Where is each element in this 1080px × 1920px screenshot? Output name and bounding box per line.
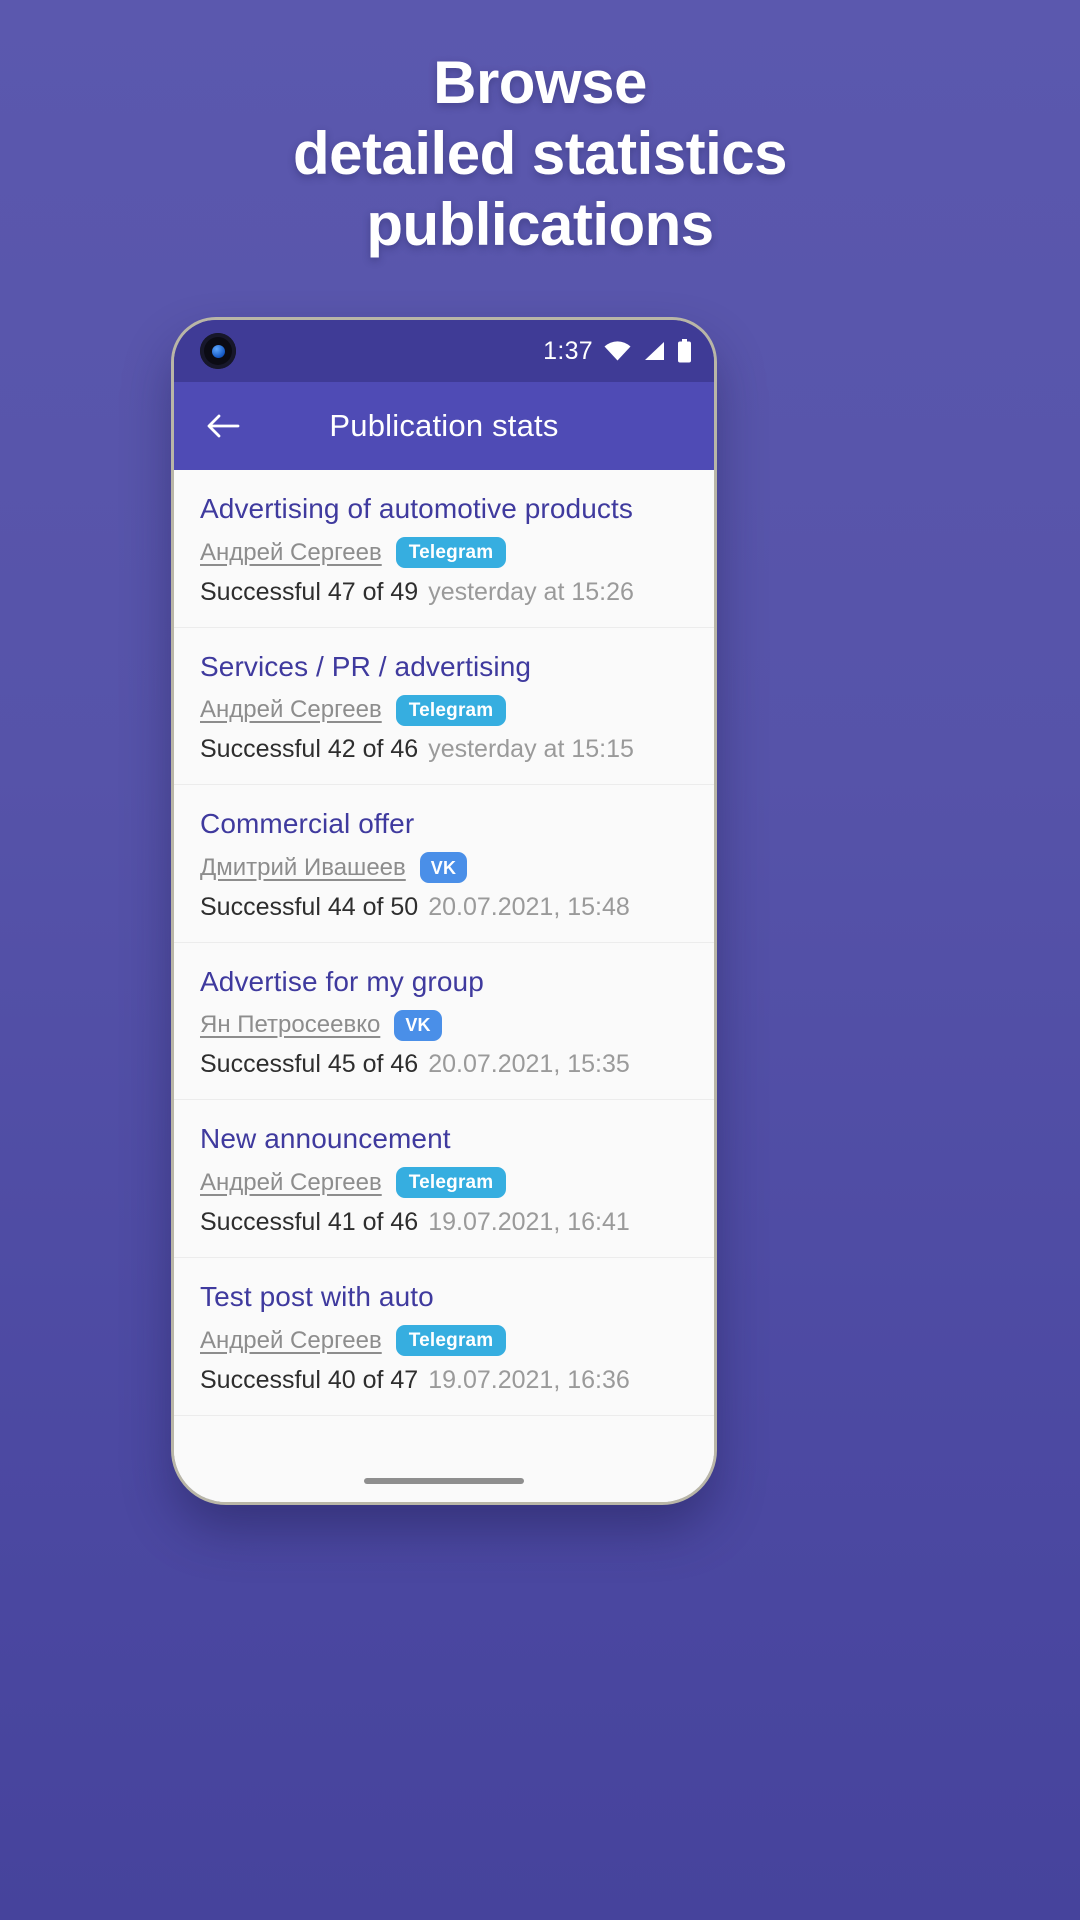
publication-stat-line: Successful 47 of 49 yesterday at 15:26 xyxy=(200,578,688,607)
status-text: Successful 41 of 46 xyxy=(200,1207,419,1236)
publication-stat-line: Successful 45 of 46 20.07.2021, 15:35 xyxy=(200,1050,688,1079)
publication-meta: Андрей Сергеев Telegram xyxy=(200,536,688,570)
publication-title[interactable]: Test post with auto xyxy=(200,1280,688,1314)
publication-author[interactable]: Андрей Сергеев xyxy=(200,696,382,724)
status-text: Successful 42 of 46 xyxy=(200,735,419,764)
timestamp: 19.07.2021, 16:36 xyxy=(428,1365,630,1394)
list-item[interactable]: Services / PR / advertising Андрей Серге… xyxy=(174,627,714,786)
timestamp: 19.07.2021, 16:41 xyxy=(428,1207,630,1236)
status-text: Successful 45 of 46 xyxy=(200,1050,419,1079)
status-text: Successful 44 of 50 xyxy=(200,892,419,921)
publication-title[interactable]: Commercial offer xyxy=(200,807,688,841)
list-item[interactable]: Commercial offer Дмитрий Ивашеев VK Succ… xyxy=(174,785,714,943)
publication-author[interactable]: Андрей Сергеев xyxy=(200,539,382,567)
promo-headline: Browse detailed statistics publications xyxy=(0,48,1080,260)
list-item[interactable]: Test post with auto Андрей Сергеев Teleg… xyxy=(174,1257,714,1416)
publication-title[interactable]: Advertise for my group xyxy=(200,965,688,999)
wifi-icon xyxy=(604,341,631,361)
app-bar: Publication stats xyxy=(174,382,714,470)
list-item[interactable]: Advertising of automotive products Андре… xyxy=(174,470,714,628)
headline-line-2: detailed statistics xyxy=(292,119,788,187)
timestamp: 20.07.2021, 15:35 xyxy=(428,1050,630,1079)
headline-line-1: Browse xyxy=(433,49,647,116)
platform-badge: Telegram xyxy=(395,537,507,569)
page-title: Publication stats xyxy=(329,408,559,443)
timestamp: yesterday at 15:15 xyxy=(428,735,634,764)
back-arrow-icon[interactable] xyxy=(200,403,246,449)
publication-meta: Андрей Сергеев Telegram xyxy=(200,1166,688,1200)
front-camera-icon xyxy=(200,333,236,369)
publication-title[interactable]: Services / PR / advertising xyxy=(200,650,688,684)
publication-stats-list[interactable]: Advertising of automotive products Андре… xyxy=(174,470,714,1502)
publication-stat-line: Successful 40 of 47 19.07.2021, 16:36 xyxy=(200,1366,688,1395)
publication-stat-line: Successful 42 of 46 yesterday at 15:15 xyxy=(200,735,688,764)
publication-meta: Ян Петросеевко VK xyxy=(200,1008,688,1042)
screen-bottom-mask xyxy=(174,1444,714,1502)
publication-title[interactable]: New announcement xyxy=(200,1122,688,1156)
platform-badge: Telegram xyxy=(395,1167,507,1199)
publication-author[interactable]: Андрей Сергеев xyxy=(200,1327,382,1355)
publication-stat-line: Successful 41 of 46 19.07.2021, 16:41 xyxy=(200,1208,688,1237)
status-text: Successful 40 of 47 xyxy=(200,1365,419,1394)
publication-author[interactable]: Дмитрий Ивашеев xyxy=(200,854,406,882)
cellular-signal-icon xyxy=(642,341,666,361)
home-gesture-indicator[interactable] xyxy=(364,1478,524,1484)
timestamp: yesterday at 15:26 xyxy=(428,577,634,606)
publication-stat-line: Successful 44 of 50 20.07.2021, 15:48 xyxy=(200,893,688,922)
platform-badge: Telegram xyxy=(395,694,507,726)
status-text: Successful 47 of 49 xyxy=(200,577,419,606)
platform-badge: VK xyxy=(419,852,468,884)
publication-title[interactable]: Advertising of automotive products xyxy=(200,492,688,526)
list-item[interactable]: Advertise for my group Ян Петросеевко VK… xyxy=(174,942,714,1101)
battery-icon xyxy=(677,339,692,363)
phone-mockup: 1:37 Publication stats Advertising of au… xyxy=(174,320,714,1502)
status-bar-right: 1:37 xyxy=(543,337,692,366)
status-bar: 1:37 xyxy=(174,320,714,382)
timestamp: 20.07.2021, 15:48 xyxy=(428,892,630,921)
list-item[interactable]: New announcement Андрей Сергеев Telegram… xyxy=(174,1100,714,1258)
publication-meta: Дмитрий Ивашеев VK xyxy=(200,851,688,885)
status-bar-clock: 1:37 xyxy=(543,336,593,365)
publication-author[interactable]: Ян Петросеевко xyxy=(200,1011,380,1039)
publication-author[interactable]: Андрей Сергеев xyxy=(200,1169,382,1197)
platform-badge: VK xyxy=(394,1009,442,1041)
publication-meta: Андрей Сергеев Telegram xyxy=(200,1324,688,1358)
headline-line-3: publications xyxy=(366,190,714,258)
publication-meta: Андрей Сергеев Telegram xyxy=(200,693,688,727)
platform-badge: Telegram xyxy=(395,1325,507,1357)
